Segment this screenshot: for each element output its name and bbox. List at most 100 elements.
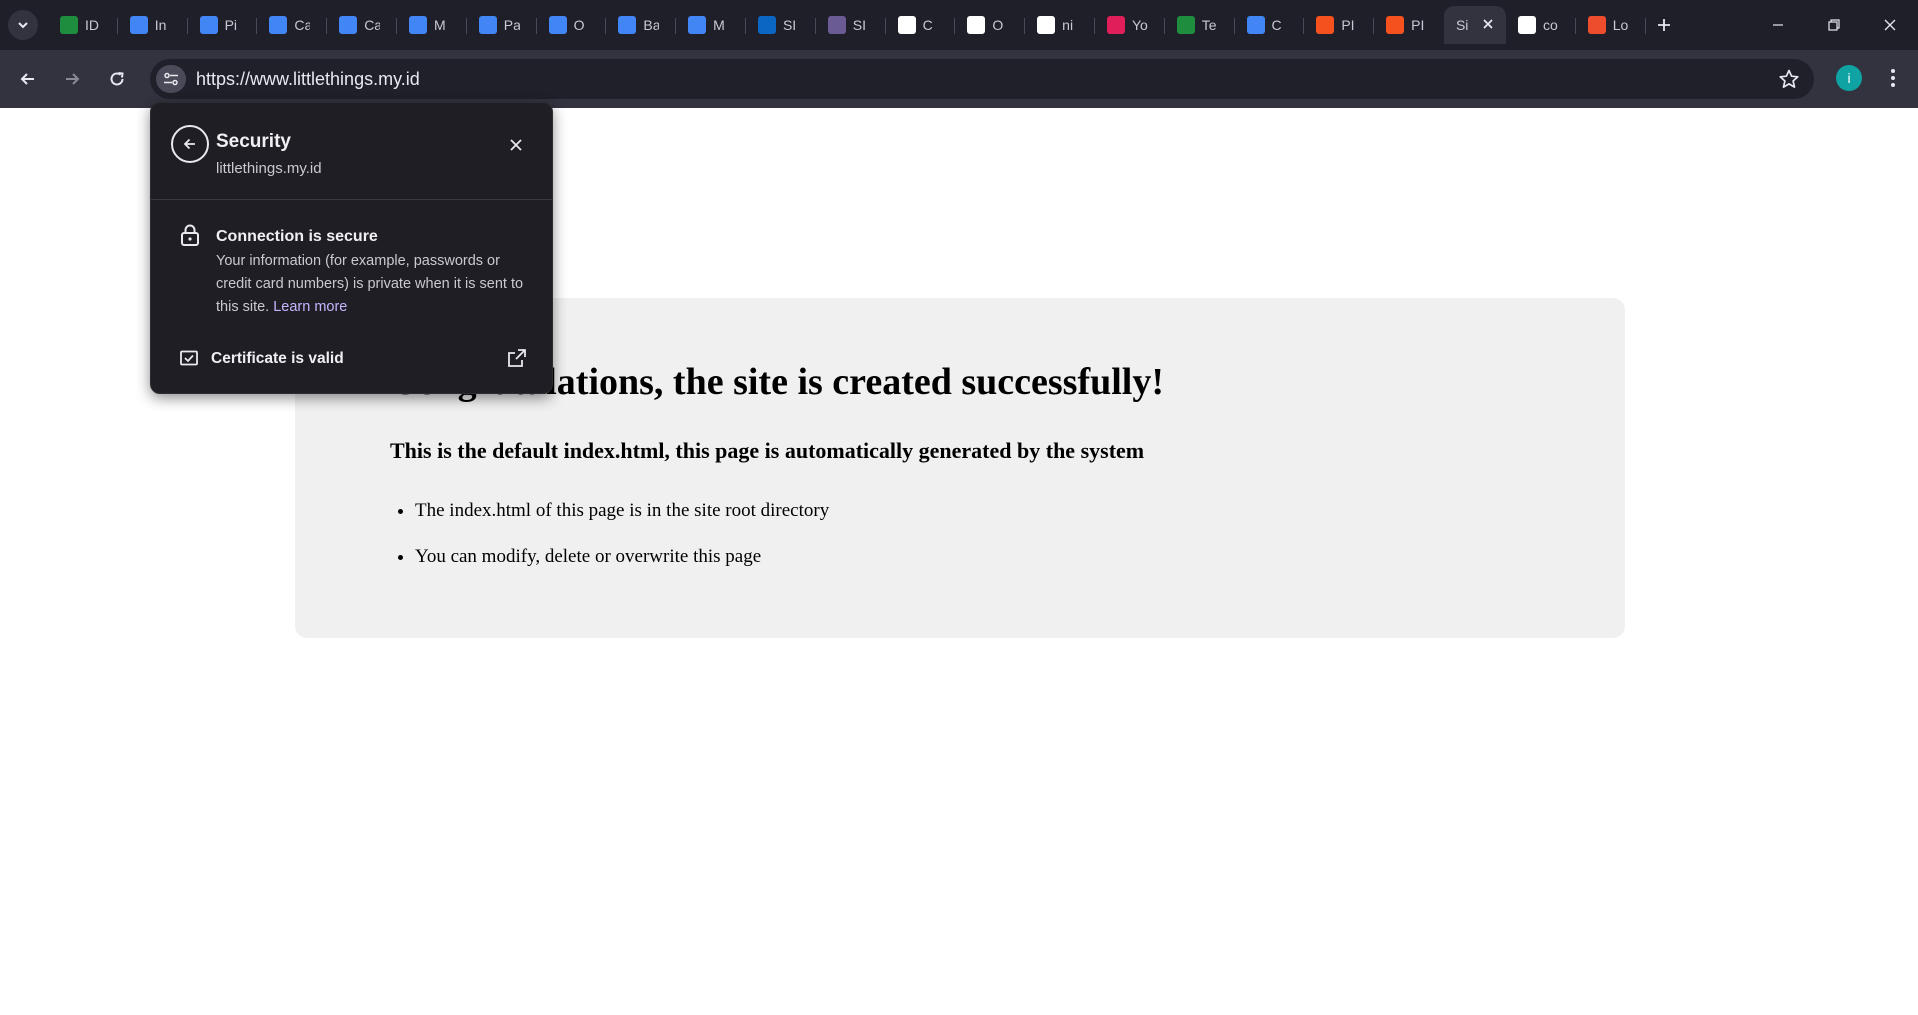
tab-item[interactable]: Ca [327, 6, 397, 44]
tab-item[interactable]: SI [816, 6, 886, 44]
tab-title: ni [1062, 17, 1074, 33]
star-icon [1779, 69, 1799, 88]
shop-icon [1587, 16, 1606, 34]
tab-item[interactable]: Ca [257, 6, 327, 44]
connection-status-title: Connection is secure [216, 228, 378, 245]
docs-icon [688, 16, 707, 34]
new-tab-button[interactable] [1651, 12, 1677, 38]
close-icon [1483, 19, 1493, 29]
tab-item[interactable]: ID [48, 6, 118, 44]
docs-icon [548, 16, 567, 34]
tab-title: M [713, 17, 725, 33]
connection-description-text: Your information (for example, passwords… [216, 253, 524, 315]
popup-back-button[interactable] [171, 125, 209, 163]
cloud-icon [967, 16, 986, 34]
reload-button[interactable] [101, 63, 133, 95]
plus-icon [1658, 19, 1670, 31]
c-logo-icon [1176, 16, 1195, 34]
send-icon [897, 16, 916, 34]
tab-item[interactable]: Pa [467, 6, 537, 44]
tab-item[interactable]: C [886, 6, 956, 44]
site-info-button[interactable] [156, 65, 186, 93]
forward-button[interactable] [56, 63, 88, 95]
more-vertical-icon [1891, 69, 1895, 87]
tab-item[interactable]: O [955, 6, 1025, 44]
minimize-button[interactable] [1750, 0, 1806, 50]
sheets-icon [60, 16, 78, 34]
back-button[interactable] [12, 63, 44, 95]
tab-title: SI [782, 17, 797, 33]
slack-icon [1106, 16, 1125, 34]
tab-item[interactable]: M [676, 6, 746, 44]
docs-icon [339, 16, 358, 34]
chevron-down-icon [18, 22, 28, 29]
docs-icon [618, 16, 637, 34]
google-icon [1517, 16, 1536, 34]
tab-item[interactable]: Pi [188, 6, 258, 44]
certificate-label: Certificate is valid [211, 350, 344, 367]
docs-icon [129, 16, 148, 34]
restore-icon [1828, 19, 1840, 31]
docs-icon [1246, 16, 1265, 34]
tab-item[interactable]: In [118, 6, 188, 44]
tab-title: PI [1341, 17, 1355, 33]
tune-icon [164, 72, 178, 86]
tab-item[interactable]: Yo [1095, 6, 1165, 44]
tab-title: C [922, 17, 933, 33]
tab-title: Ca [294, 17, 311, 33]
close-window-button[interactable] [1862, 0, 1918, 50]
profile-avatar[interactable]: i [1836, 65, 1862, 91]
tab-close-button[interactable] [1480, 17, 1496, 33]
google-icon [1037, 16, 1056, 34]
tab-title: Pa [503, 17, 520, 33]
tab-title: Ca [364, 17, 381, 33]
tab-item[interactable]: co [1506, 6, 1576, 44]
docs-icon [478, 16, 497, 34]
learn-more-link[interactable]: Learn more [273, 299, 347, 315]
popup-divider [151, 199, 552, 200]
address-url[interactable]: https://www.littlethings.my.id [196, 69, 420, 90]
docs-icon [199, 16, 218, 34]
certificate-row[interactable]: Certificate is valid [151, 339, 552, 381]
tab-item[interactable]: Lo [1576, 6, 1646, 44]
tab-title: Te [1201, 17, 1217, 33]
tab-title: Ba [643, 17, 660, 33]
browser-toolbar: https://www.littlethings.my.id i [0, 50, 1918, 108]
address-bar[interactable]: https://www.littlethings.my.id [150, 59, 1814, 99]
swirl-icon [1386, 16, 1405, 34]
tab-item[interactable]: ni [1025, 6, 1095, 44]
tab-search-button[interactable] [8, 10, 38, 40]
minimize-icon [1773, 24, 1783, 26]
tab-item[interactable]: Ba [606, 6, 676, 44]
connection-status-description: Your information (for example, passwords… [216, 250, 536, 319]
popup-title: Security [216, 131, 291, 152]
arrow-right-icon [66, 73, 80, 85]
tab-title: Pi [224, 17, 238, 33]
tab-item[interactable]: M [397, 6, 467, 44]
tab-item[interactable]: PI [1374, 6, 1444, 44]
popup-close-button[interactable] [504, 133, 528, 157]
tab-title: O [992, 17, 1004, 33]
list-item: The index.html of this page is in the si… [415, 499, 829, 523]
certificate-icon [179, 348, 199, 368]
tab-item[interactable]: O [537, 6, 607, 44]
tab-item[interactable]: SI [746, 6, 816, 44]
list-item: You can modify, delete or overwrite this… [415, 545, 829, 569]
tab-title: PI [1411, 17, 1425, 33]
open-external-icon[interactable] [506, 347, 528, 369]
tab-strip: ID In Pi Ca Ca M Pa O Ba M SI SI C Oni Yo Te C PI PI Si co Lo [0, 0, 1918, 50]
close-icon [1884, 19, 1896, 31]
restore-button[interactable] [1806, 0, 1862, 50]
bookmark-button[interactable] [1778, 68, 1800, 90]
tab-item[interactable]: Si [1443, 6, 1506, 44]
browser-menu-button[interactable] [1880, 65, 1906, 91]
tab-item[interactable]: Te [1165, 6, 1235, 44]
tab-title: Si [1455, 17, 1469, 33]
tab-title: C [1271, 17, 1282, 33]
linkedin-icon [757, 16, 776, 34]
tab-title: ID [85, 17, 99, 33]
reload-icon [110, 72, 124, 86]
tab-item[interactable]: PI [1304, 6, 1374, 44]
tab-item[interactable]: C [1235, 6, 1305, 44]
globe-icon [827, 16, 846, 34]
